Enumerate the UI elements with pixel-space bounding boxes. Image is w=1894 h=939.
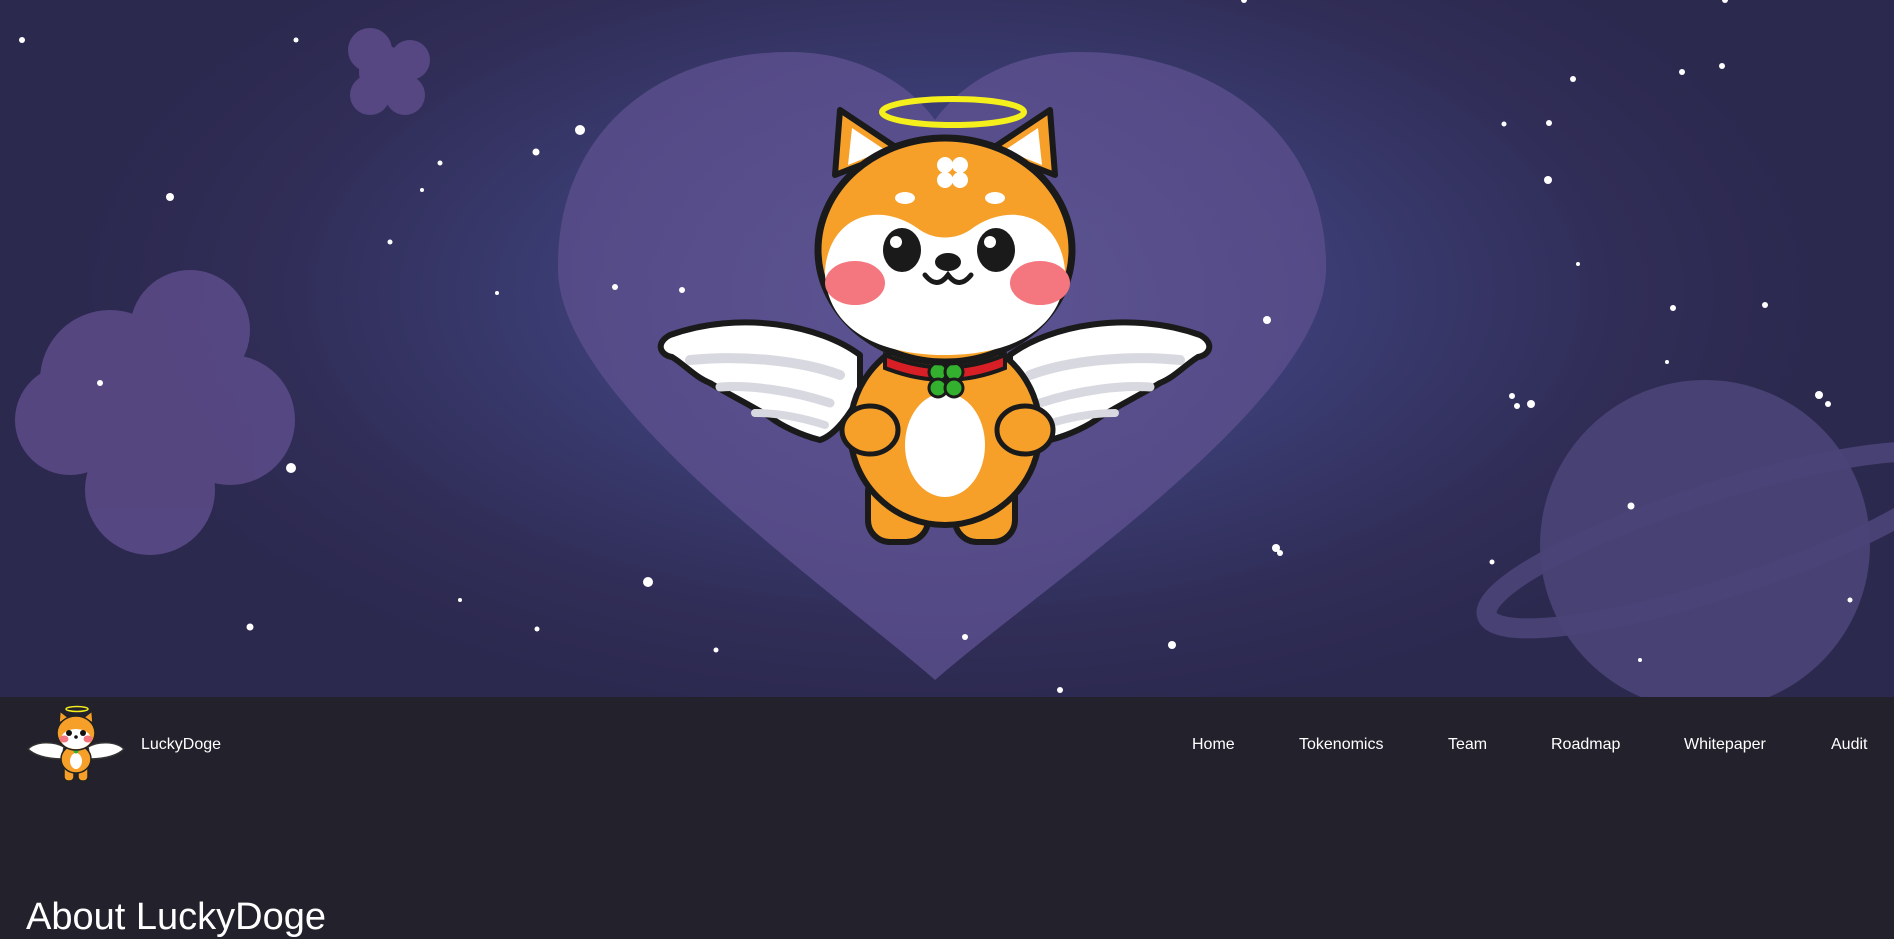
clover-icon	[15, 270, 295, 555]
nav-link-team[interactable]: Team	[1448, 735, 1487, 755]
nav-link-whitepaper[interactable]: Whitepaper	[1684, 735, 1766, 755]
angel-shiba-logo-icon	[26, 705, 126, 782]
hero-banner	[0, 0, 1894, 697]
brand-name[interactable]: LuckyDoge	[141, 735, 221, 755]
nav-link-audit[interactable]: Audit	[1831, 735, 1867, 755]
navbar: LuckyDoge Home Tokenomics Team Roadmap W…	[0, 697, 1894, 793]
small-clover-icon	[348, 28, 430, 115]
brand-logo-icon[interactable]	[26, 701, 126, 785]
hero-illustration	[15, 0, 1894, 697]
planet-icon	[1476, 380, 1894, 697]
nav-link-roadmap[interactable]: Roadmap	[1551, 735, 1620, 755]
nav-link-home[interactable]: Home	[1192, 735, 1235, 755]
about-section-title: About LuckyDoge	[26, 896, 326, 938]
nav-link-tokenomics[interactable]: Tokenomics	[1299, 735, 1383, 755]
